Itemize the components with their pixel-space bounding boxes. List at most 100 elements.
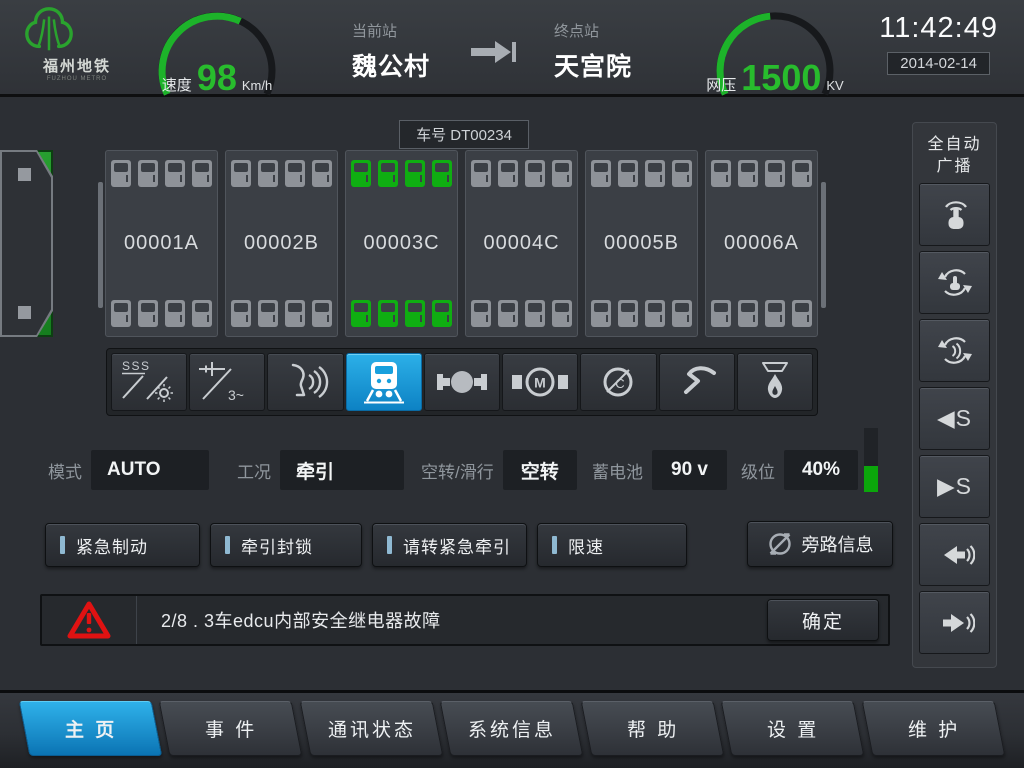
car-00005B[interactable]: 00005B xyxy=(585,150,698,337)
train-number-badge: 车号 DT00234 xyxy=(399,120,529,149)
header: 福州地铁 FUZHOU METRO 速度 98 Km/h 当前站 魏公村 终点站 xyxy=(0,0,1024,97)
speed-label: 速度 xyxy=(162,74,192,95)
mode-field: 模式 AUTO xyxy=(48,450,209,490)
car-id: 00002B xyxy=(226,232,337,255)
coupler-button[interactable] xyxy=(424,353,500,411)
pa-broadcast-icon xyxy=(273,356,339,408)
train-icon xyxy=(351,356,417,408)
car-00004C[interactable]: 00004C xyxy=(465,150,578,337)
train-number-wrap: 车号 DT00234 xyxy=(40,120,888,149)
prev-station-icon: ◀S xyxy=(937,405,972,432)
lighting-isolation-button[interactable]: SSS xyxy=(111,353,187,411)
bypass-info-button[interactable]: 旁路信息 xyxy=(747,521,893,567)
car-00002B[interactable]: 00002B xyxy=(225,150,338,337)
broadcast-right-button[interactable] xyxy=(919,591,990,654)
pa-broadcast-button[interactable] xyxy=(267,353,343,411)
aux-inverter-button[interactable]: 3~ xyxy=(189,353,265,411)
coupler-icon xyxy=(429,356,495,408)
route-direction-icon xyxy=(470,40,516,63)
work-condition-value: 牵引 xyxy=(280,450,404,490)
brake-release-button[interactable] xyxy=(659,353,735,411)
bypass-icon xyxy=(767,531,793,557)
emergency-traction-lamp[interactable]: 请转紧急牵引 xyxy=(372,523,527,567)
car-id: 00004C xyxy=(466,232,577,255)
touch-broadcast-button[interactable] xyxy=(919,183,990,246)
lamp-indicator xyxy=(387,536,392,554)
tab-comm-status[interactable]: 通讯状态 xyxy=(299,701,443,756)
broadcast-left-button[interactable] xyxy=(919,523,990,586)
voltage-unit: KV xyxy=(826,78,843,93)
speed-unit: Km/h xyxy=(242,78,272,93)
next-station-button[interactable]: ▶S xyxy=(919,455,990,518)
car-doors-bottom xyxy=(586,300,697,327)
current-station-label: 当前站 xyxy=(352,20,430,41)
current-station: 当前站 魏公村 xyxy=(352,20,430,83)
car-doors-top xyxy=(226,160,337,187)
terminal-station-name: 天宫院 xyxy=(554,47,632,83)
gangway-connector xyxy=(98,182,103,308)
tab-help[interactable]: 帮 助 xyxy=(580,701,724,756)
car-id: 00005B xyxy=(586,232,697,255)
date: 2014-02-14 xyxy=(887,52,990,75)
car-id: 00006A xyxy=(706,232,817,255)
car-doors-top xyxy=(586,160,697,187)
svg-text:SSS: SSS xyxy=(122,359,151,373)
tab-home[interactable]: 主 页 xyxy=(19,701,163,756)
car-00001A[interactable]: 00001A xyxy=(105,150,218,337)
terminal-station-label: 终点站 xyxy=(554,20,632,41)
fuzhou-metro-logo: 福州地铁 FUZHOU METRO xyxy=(18,4,136,82)
svg-text:C: C xyxy=(616,376,625,391)
car-id: 00003C xyxy=(346,232,457,255)
level-value: 40% xyxy=(784,450,858,490)
air-compressor-button[interactable]: C xyxy=(580,353,656,411)
level-label: 级位 xyxy=(741,458,775,483)
fire-alarm-button[interactable] xyxy=(737,353,813,411)
car-doors-top xyxy=(346,160,457,187)
tab-system-info[interactable]: 系统信息 xyxy=(440,701,584,756)
level-gauge-bar xyxy=(864,428,878,492)
traction-motor-icon: M xyxy=(507,356,573,408)
traction-lock-lamp[interactable]: 牵引封锁 xyxy=(210,523,362,567)
time: 11:42:49 xyxy=(879,12,998,45)
touch-broadcast-icon xyxy=(935,195,975,235)
tab-maintenance[interactable]: 维 护 xyxy=(861,701,1005,756)
car-doors-top xyxy=(706,160,817,187)
aux-inverter-icon: 3~ xyxy=(194,356,260,408)
gangway-connector xyxy=(821,182,826,308)
car-00003C[interactable]: 00003C xyxy=(345,150,458,337)
fault-alert-bar: 2/8 . 3车edcu内部安全继电器故障 确定 xyxy=(40,594,890,646)
svg-text:M: M xyxy=(534,375,546,391)
tab-settings[interactable]: 设 置 xyxy=(721,701,865,756)
touch-cycle-button[interactable] xyxy=(919,251,990,314)
emergency-brake-lamp[interactable]: 紧急制动 xyxy=(45,523,200,567)
fire-alarm-icon xyxy=(742,356,808,408)
train-status-button[interactable] xyxy=(346,353,422,411)
lamp-indicator xyxy=(60,536,65,554)
prev-station-button[interactable]: ◀S xyxy=(919,387,990,450)
touch-cycle-icon xyxy=(935,263,975,303)
car-doors-bottom xyxy=(466,300,577,327)
traction-motor-button[interactable]: M xyxy=(502,353,578,411)
speed-gauge: 速度 98 Km/h xyxy=(142,5,292,97)
slip-slide-field: 空转/滑行 空转 xyxy=(421,450,577,490)
air-compressor-icon: C xyxy=(585,356,651,408)
cab-rear xyxy=(0,150,53,337)
tab-events[interactable]: 事 件 xyxy=(159,701,303,756)
work-condition-field: 工况 牵引 xyxy=(237,450,404,490)
subsystem-toolbar: SSS 3~ xyxy=(106,348,818,416)
broadcast-right-icon xyxy=(935,603,975,643)
svg-text:3~: 3~ xyxy=(228,387,244,403)
lighting-isolation-icon: SSS xyxy=(116,356,182,408)
car-id: 00001A xyxy=(106,232,217,255)
car-doors-bottom xyxy=(226,300,337,327)
nav-tabs: 主 页 事 件 通讯状态 系统信息 帮 助 设 置 维 护 xyxy=(0,693,1024,756)
audio-cycle-button[interactable] xyxy=(919,319,990,382)
car-00006A[interactable]: 00006A xyxy=(705,150,818,337)
cab-light-square xyxy=(18,306,31,319)
clock: 11:42:49 2014-02-14 xyxy=(879,12,998,75)
logo-name: 福州地铁 xyxy=(18,55,136,76)
brake-release-icon xyxy=(664,356,730,408)
confirm-button[interactable]: 确定 xyxy=(767,599,879,641)
speed-limit-lamp[interactable]: 限速 xyxy=(537,523,687,567)
voltage-value: 1500 xyxy=(741,60,821,96)
